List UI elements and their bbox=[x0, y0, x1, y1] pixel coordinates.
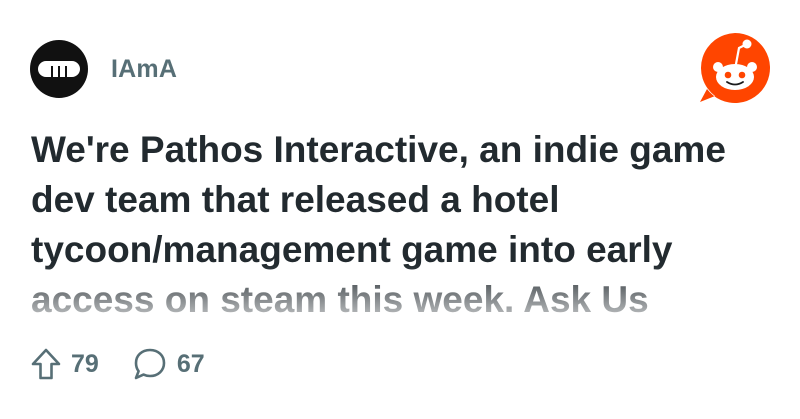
comment-count: 67 bbox=[176, 349, 205, 378]
post-title[interactable]: We're Pathos Interactive, an indie game … bbox=[31, 125, 771, 321]
subreddit-name[interactable]: IAmA bbox=[111, 55, 177, 84]
upvote-button[interactable]: 79 bbox=[31, 347, 99, 381]
upvote-count: 79 bbox=[71, 349, 99, 378]
upvote-arrow-icon bbox=[31, 348, 61, 380]
post-card[interactable]: IAmA We're Pathos Interactive, an indie … bbox=[0, 0, 800, 419]
comments-button[interactable]: 67 bbox=[133, 347, 205, 381]
reddit-logo-icon bbox=[700, 33, 770, 103]
comment-bubble-icon bbox=[134, 348, 166, 380]
ama-logo-icon bbox=[38, 61, 80, 77]
post-header: IAmA bbox=[30, 40, 177, 98]
post-actions: 79 67 bbox=[31, 346, 205, 382]
subreddit-avatar[interactable] bbox=[30, 40, 88, 98]
